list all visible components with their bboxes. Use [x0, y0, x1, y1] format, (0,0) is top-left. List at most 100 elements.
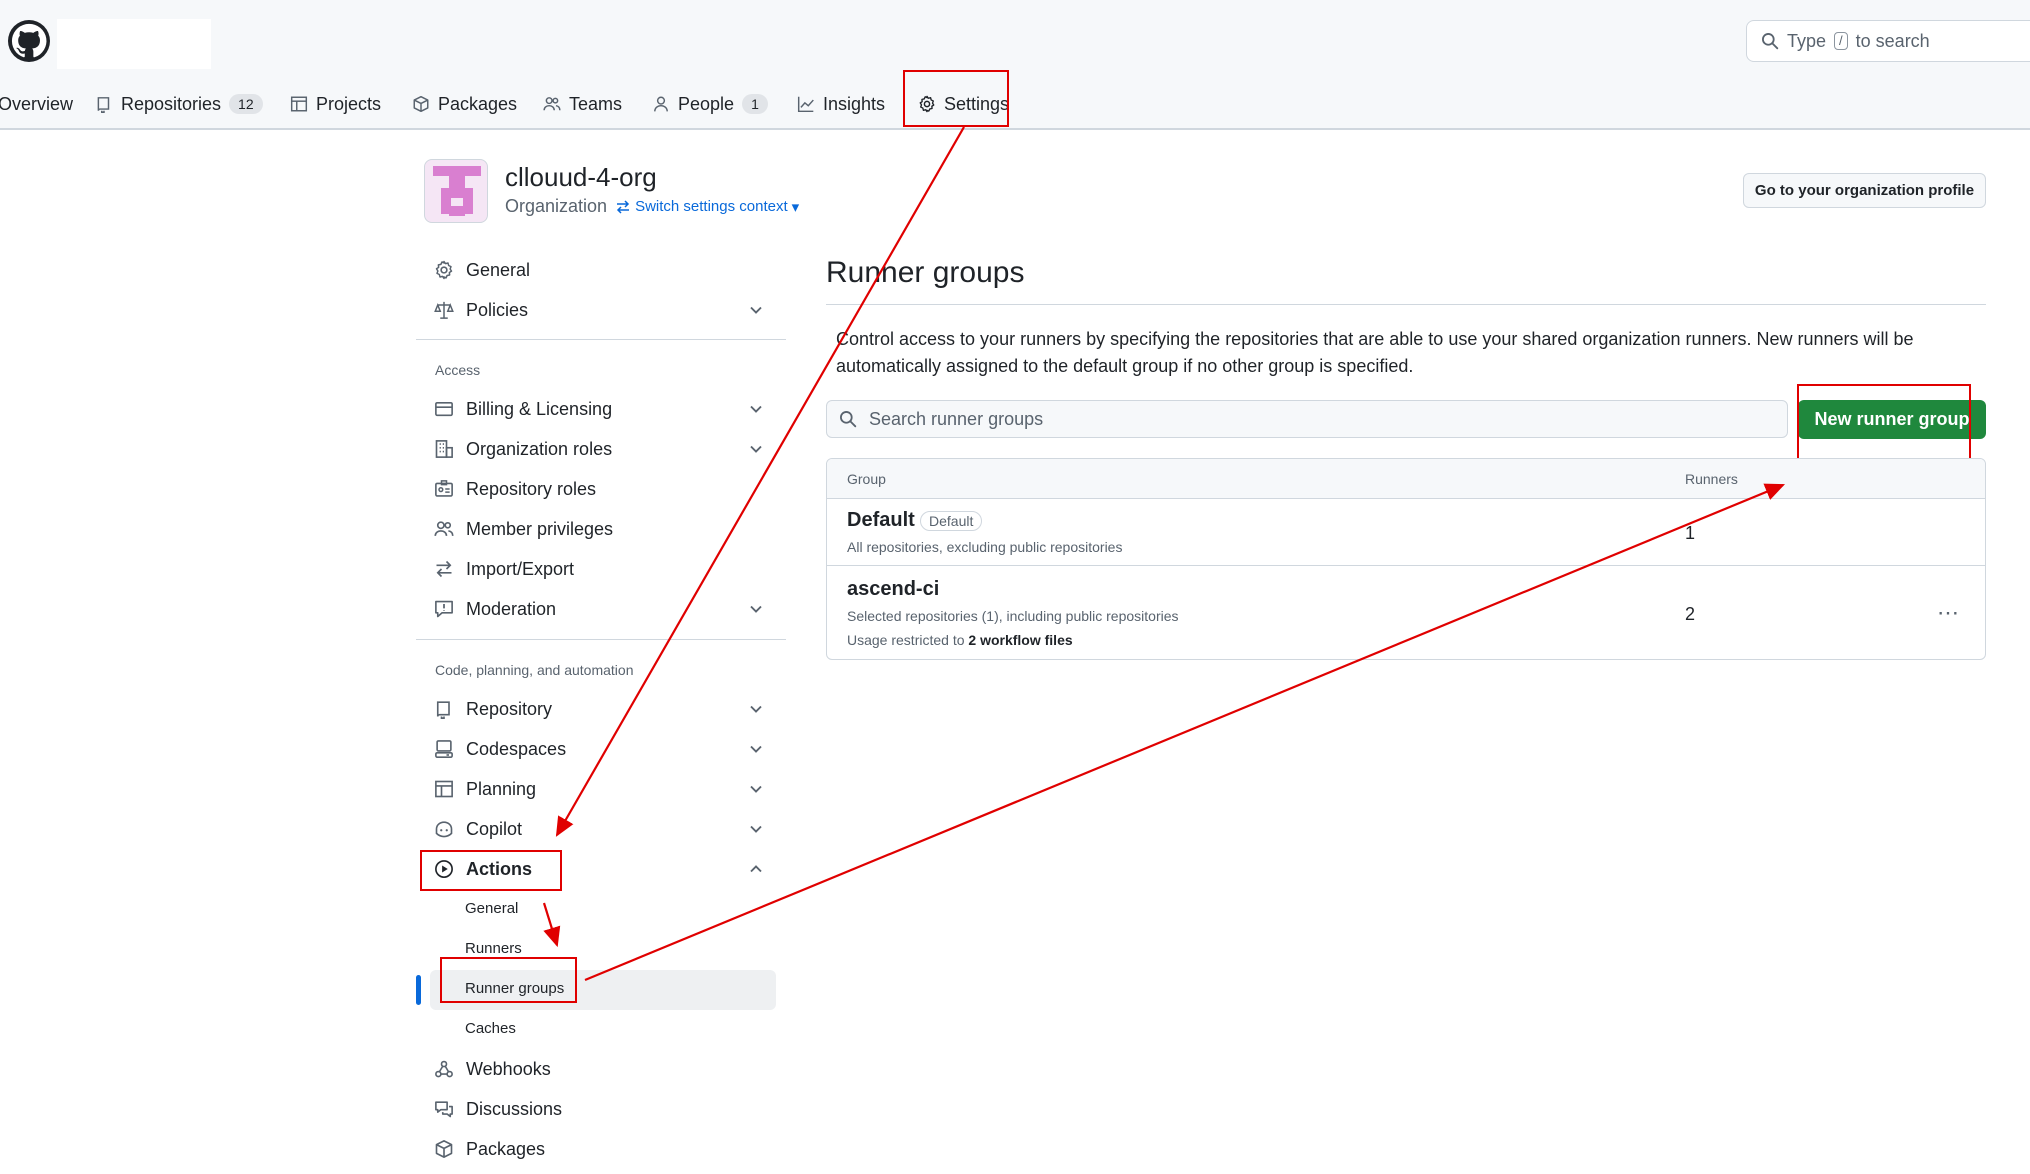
sidebar-subitem-caches[interactable]: Caches [465, 1020, 516, 1037]
table-row[interactable]: ascend-ci Selected repositories (1), inc… [827, 566, 1985, 659]
chevron-down-icon[interactable] [746, 739, 766, 759]
chevron-down-icon[interactable] [746, 439, 766, 459]
sidebar-item-planning[interactable]: Planning [434, 774, 536, 804]
org-type: Organization [505, 196, 608, 216]
sidebar-item-label: Repository roles [466, 478, 597, 499]
search-shortcut-key: / [1834, 32, 1848, 50]
table-row[interactable]: Default Default All repositories, exclud… [827, 499, 1985, 566]
group-scope: Selected repositories (1), including pub… [847, 608, 1179, 624]
group-name[interactable]: ascend-ci [847, 578, 939, 601]
annotation-box-new-runner-group [1797, 384, 1971, 465]
default-badge: Default [920, 511, 983, 531]
chevron-down-icon[interactable] [746, 779, 766, 799]
sidebar-item-label: Copilot [466, 818, 523, 839]
chevron-up-icon[interactable] [746, 859, 766, 879]
table-icon [435, 780, 453, 798]
column-header-runners: Runners [1685, 471, 1738, 487]
tab-overview-label: Overview [0, 93, 74, 114]
group-scope: All repositories, excluding public repos… [847, 539, 1123, 555]
switch-settings-label: Switch settings context [635, 198, 788, 215]
org-name[interactable]: cllouud-4-org [505, 162, 657, 193]
sidebar-item-general[interactable]: General [434, 255, 530, 285]
tab-packages[interactable]: Packages [412, 84, 517, 124]
sidebar-item-billing[interactable]: Billing & Licensing [434, 394, 612, 424]
sidebar-item-moderation[interactable]: Moderation [434, 594, 556, 624]
column-header-group: Group [847, 471, 886, 487]
report-icon [435, 600, 453, 618]
sidebar-heading-access: Access [435, 362, 481, 378]
arrow-switch-icon [436, 560, 452, 578]
chevron-down-icon[interactable] [746, 399, 766, 419]
people-icon [543, 97, 561, 111]
annotation-box-runner-groups [440, 957, 577, 1003]
search-placeholder: Search runner groups [869, 408, 1044, 429]
tab-overview[interactable]: Overview [0, 84, 73, 124]
switch-settings-context[interactable]: Switch settings context ▾ [615, 198, 799, 216]
chevron-down-icon[interactable] [746, 599, 766, 619]
sidebar-subitem-runners[interactable]: Runners [465, 940, 522, 957]
tab-projects[interactable]: Projects [290, 84, 381, 124]
restriction-link[interactable]: 2 workflow files [968, 632, 1072, 648]
group-runner-count: 1 [1685, 523, 1696, 543]
tab-repositories[interactable]: Repositories 12 [95, 84, 263, 124]
group-restriction: Usage restricted to 2 workflow files [847, 632, 1073, 648]
global-search-input[interactable]: Type / to search [1746, 20, 2030, 62]
sidebar-item-policies[interactable]: Policies [434, 295, 528, 325]
sidebar-item-import-export[interactable]: Import/Export [434, 554, 574, 584]
tab-teams-label: Teams [569, 93, 623, 114]
search-suffix: to search [1855, 30, 1930, 51]
people-count: 1 [742, 94, 768, 114]
org-switcher[interactable] [57, 19, 211, 69]
sidebar-subitem-general[interactable]: General [465, 900, 518, 917]
sidebar-item-packages[interactable]: Packages [434, 1134, 545, 1164]
package-icon [435, 1140, 453, 1158]
comment-discussion-icon [435, 1101, 453, 1118]
top-header: Type / to search Overview Repositories 1… [0, 0, 2030, 130]
tab-insights-label: Insights [823, 93, 886, 114]
arrow-switch-icon [617, 199, 630, 214]
runner-groups-table: Group Runners Default Default All reposi… [826, 458, 1986, 660]
sidebar-item-codespaces[interactable]: Codespaces [434, 734, 566, 764]
table-header: Group Runners [827, 459, 1985, 499]
github-logo-icon[interactable] [8, 20, 50, 62]
runner-groups-search-input[interactable]: Search runner groups [826, 400, 1788, 438]
sidebar-item-label: Packages [466, 1138, 546, 1159]
group-name[interactable]: Default [847, 509, 915, 532]
sidebar-item-discussions[interactable]: Discussions [434, 1094, 562, 1124]
chevron-down-icon[interactable] [746, 819, 766, 839]
sidebar-item-label: Billing & Licensing [466, 398, 613, 419]
graph-icon [797, 96, 814, 113]
sidebar-item-repository[interactable]: Repository [434, 694, 552, 724]
sidebar-item-copilot[interactable]: Copilot [434, 814, 522, 844]
sidebar-item-webhooks[interactable]: Webhooks [434, 1054, 551, 1084]
chevron-down-icon[interactable] [746, 300, 766, 320]
search-prefix: Type [1787, 30, 1827, 51]
sidebar-item-organization-roles[interactable]: Organization roles [434, 434, 612, 464]
sidebar-item-label: General [466, 259, 531, 280]
github-mark-icon [11, 23, 47, 58]
sidebar-item-label: Planning [466, 778, 537, 799]
tab-insights[interactable]: Insights [797, 84, 885, 124]
tab-teams[interactable]: Teams [543, 84, 622, 124]
repo-icon [436, 701, 450, 719]
sidebar-item-member-privileges[interactable]: Member privileges [434, 514, 613, 544]
page-title: Runner groups [826, 256, 1025, 289]
org-avatar[interactable] [424, 159, 488, 223]
people-icon [434, 521, 454, 536]
id-badge-icon [435, 480, 453, 497]
organization-icon [435, 440, 453, 458]
tab-people[interactable]: People 1 [652, 84, 768, 124]
kebab-horizontal-icon[interactable]: ⋯ [1937, 600, 1960, 626]
identicon-icon [433, 166, 481, 216]
sidebar-item-label: Member privileges [466, 518, 614, 539]
webhook-icon [435, 1060, 453, 1078]
copilot-icon [435, 821, 453, 838]
repo-icon [97, 97, 110, 113]
sidebar-item-label: Webhooks [466, 1058, 551, 1079]
sidebar-item-repository-roles[interactable]: Repository roles [434, 474, 596, 504]
chevron-down-icon[interactable] [746, 699, 766, 719]
go-to-profile-button[interactable]: Go to your organization profile [1743, 173, 1986, 208]
tab-people-label: People [678, 93, 735, 114]
package-icon [413, 95, 429, 113]
arrow-actions-to-runner-groups [542, 902, 561, 948]
